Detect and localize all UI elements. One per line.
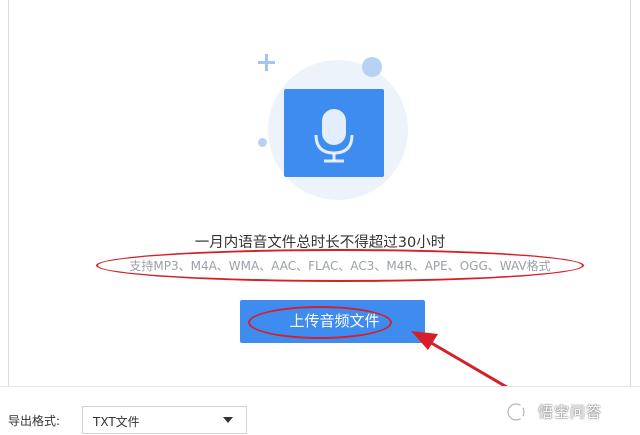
watermark: 悟空问答: [504, 398, 636, 426]
export-format-label: 导出格式:: [8, 414, 61, 428]
annotation-arrow: [411, 331, 523, 398]
watermark-text: 悟空问答: [538, 403, 603, 421]
export-format-value: TXT文件: [93, 415, 140, 429]
export-format-select[interactable]: TXT文件: [82, 406, 247, 434]
chevron-down-icon: [223, 417, 233, 423]
wukong-logo: [506, 402, 532, 422]
